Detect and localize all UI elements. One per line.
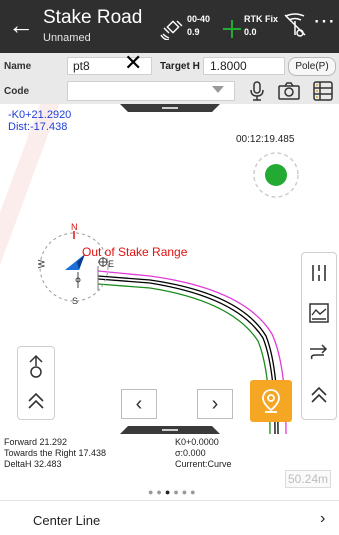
profile-view-button[interactable]: [305, 299, 333, 327]
satellite-count: 00-40: [187, 14, 211, 24]
previous-point-button[interactable]: ‹: [121, 389, 157, 419]
page-subtitle: Unnamed: [43, 32, 91, 44]
left-tool-panel: [17, 346, 55, 420]
center-line-label: Center Line: [33, 513, 101, 528]
profile-chart-icon: [309, 303, 329, 323]
towards-value: Towards the Right 17.438: [4, 448, 107, 458]
location-pin-icon: [262, 389, 280, 413]
radio-signal-icon[interactable]: [283, 13, 307, 39]
camera-icon[interactable]: [278, 81, 300, 101]
map-scale: 50.24m: [285, 470, 332, 488]
vertical-bars-icon: [312, 265, 326, 281]
stake-form: Name pt8 ✕ Target H 1.8000 Pole(P) Code: [0, 52, 339, 104]
double-chevron-up-icon: [311, 386, 327, 403]
compass-north-label: N: [71, 222, 78, 232]
attribute-table-icon[interactable]: [312, 81, 334, 101]
right-tool-panel: [301, 252, 337, 420]
sigma-value: σ:0.000: [175, 448, 206, 458]
compass-south-label: S: [72, 296, 79, 306]
code-field[interactable]: [67, 81, 235, 101]
info-panel-handle[interactable]: [120, 424, 220, 434]
stake-info-panel: Forward 21.292 Towards the Right 17.438 …: [0, 434, 339, 500]
double-chevron-up-icon: [28, 392, 44, 409]
rtk-solution-label: RTK Fix: [244, 14, 279, 24]
delta-h-value: DeltaH 32.483: [4, 459, 62, 469]
page-indicator: ●●●●●●: [148, 487, 199, 497]
stake-point-button[interactable]: [250, 380, 292, 422]
satellite-icon: [160, 20, 183, 40]
microphone-icon[interactable]: [246, 81, 268, 101]
collapse-right-button[interactable]: [305, 381, 333, 409]
code-dropdown-icon[interactable]: [212, 86, 224, 93]
out-of-range-warning: Out of Stake Range: [82, 245, 188, 259]
current-element-value: Current:Curve: [175, 459, 232, 469]
layer-toggle-button[interactable]: [305, 259, 333, 287]
antenna-height-icon: [29, 354, 43, 378]
height-adjust-button[interactable]: [22, 352, 50, 380]
forward-value: Forward 21.292: [4, 437, 68, 447]
station-value: K0+0.0000: [175, 437, 219, 447]
pole-button[interactable]: Pole(P): [288, 57, 336, 76]
collapse-left-button[interactable]: [22, 387, 50, 415]
back-button[interactable]: ←: [6, 10, 36, 40]
center-line-row[interactable]: Center Line ›: [0, 500, 339, 535]
satellite-status[interactable]: 00-40 0.9: [160, 12, 220, 42]
compass-east-label: E: [108, 259, 115, 269]
more-menu-button[interactable]: ⋯: [311, 10, 337, 36]
page-title: Stake Road: [43, 7, 143, 28]
rtk-age: 0.0: [244, 27, 257, 37]
name-label: Name: [4, 61, 32, 72]
chevron-right-icon: ›: [320, 510, 326, 527]
crosshair-icon: [223, 20, 241, 38]
turn-arrow-icon: [310, 344, 328, 360]
satellite-pdop: 0.9: [187, 27, 200, 37]
clear-icon[interactable]: ✕: [124, 52, 142, 74]
target-height-label: Target H: [160, 61, 200, 72]
map-view[interactable]: ⟋ -K0+21.2920 Dist:-17.438 00:12:19.485 …: [0, 104, 339, 434]
route-direction-button[interactable]: [305, 339, 333, 367]
next-point-button[interactable]: ›: [197, 389, 233, 419]
rtk-status[interactable]: RTK Fix 0.0: [223, 12, 283, 42]
target-height-field[interactable]: 1.8000: [203, 57, 285, 75]
code-label: Code: [4, 86, 29, 97]
compass-west-label: W: [36, 259, 47, 269]
top-bar: ← Stake Road Unnamed 00-40 0.9 RTK Fix 0…: [0, 0, 339, 53]
